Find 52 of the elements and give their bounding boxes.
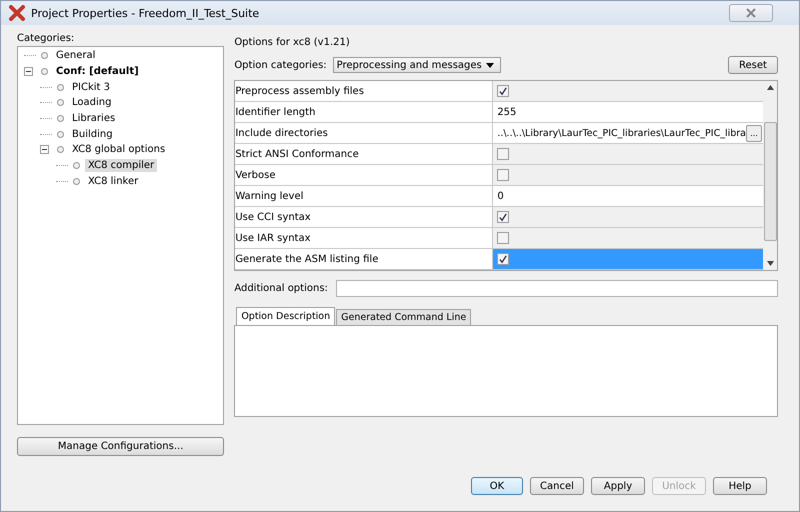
checkbox[interactable] xyxy=(497,169,510,181)
checkbox[interactable] xyxy=(497,253,510,265)
tree-item[interactable]: General xyxy=(53,49,98,62)
scrollbar[interactable] xyxy=(763,81,777,270)
tab[interactable]: Generated Command Line xyxy=(336,309,472,325)
node-icon xyxy=(41,52,48,60)
node-icon xyxy=(73,178,80,185)
option-value[interactable]: ..\..\..\Library\LaurTec_PIC_libraries\LaurTec_PIC_libra xyxy=(497,128,746,138)
tree-item[interactable]: XC8 global options xyxy=(69,143,168,156)
close-icon xyxy=(746,8,756,18)
dialog-button[interactable]: OK xyxy=(471,477,523,495)
collapse-icon[interactable] xyxy=(40,145,49,154)
node-icon xyxy=(57,99,64,106)
reset-button[interactable]: Reset xyxy=(728,56,778,74)
scroll-down-icon[interactable] xyxy=(766,261,774,266)
option-value[interactable]: 255 xyxy=(497,106,763,118)
dialog-button[interactable]: Apply xyxy=(591,477,645,495)
checkbox[interactable] xyxy=(497,211,510,223)
tree-item[interactable]: PICkit 3 xyxy=(69,80,113,94)
tree-item[interactable]: Loading xyxy=(69,96,114,110)
checkbox[interactable] xyxy=(497,232,510,244)
browse-button[interactable]: ... xyxy=(746,124,762,142)
node-icon xyxy=(73,162,80,170)
additional-options-field[interactable] xyxy=(336,280,778,297)
additional-options-label: Additional options: xyxy=(234,283,328,294)
node-icon xyxy=(57,146,64,154)
node-icon xyxy=(57,130,64,138)
options-title: Options for xc8 (v1.21) xyxy=(234,37,351,48)
close-button[interactable] xyxy=(729,4,773,22)
caret-icon xyxy=(486,62,494,68)
tree-item[interactable]: XC8 compiler xyxy=(85,159,158,172)
node-icon xyxy=(57,115,64,122)
tree-item[interactable]: XC8 linker xyxy=(85,174,142,188)
option-categories-label: Option categories: xyxy=(234,60,327,70)
cross-logo-icon xyxy=(9,5,25,21)
option-categories-dropdown[interactable]: Preprocessing and messages xyxy=(332,57,501,73)
checkbox[interactable] xyxy=(497,148,510,160)
tree-item[interactable]: Building xyxy=(69,128,116,141)
categories-label: Categories: xyxy=(17,33,76,44)
node-icon xyxy=(57,84,64,91)
dialog-button[interactable]: Cancel xyxy=(530,477,584,495)
option-value[interactable]: 0 xyxy=(497,190,763,202)
manage-configurations-button[interactable]: Manage Configurations... xyxy=(17,437,224,456)
checkbox[interactable] xyxy=(497,85,510,97)
window-title: Project Properties - Freedom_II_Test_Suite xyxy=(31,6,260,20)
node-icon xyxy=(41,68,48,76)
dialog-button[interactable]: Help xyxy=(713,477,767,495)
collapse-icon[interactable] xyxy=(24,67,33,76)
scroll-up-icon[interactable] xyxy=(766,85,774,90)
tree-item[interactable]: Conf: [default] xyxy=(53,65,142,78)
tab[interactable]: Option Description xyxy=(236,307,336,325)
tree-item[interactable]: Libraries xyxy=(69,112,118,126)
